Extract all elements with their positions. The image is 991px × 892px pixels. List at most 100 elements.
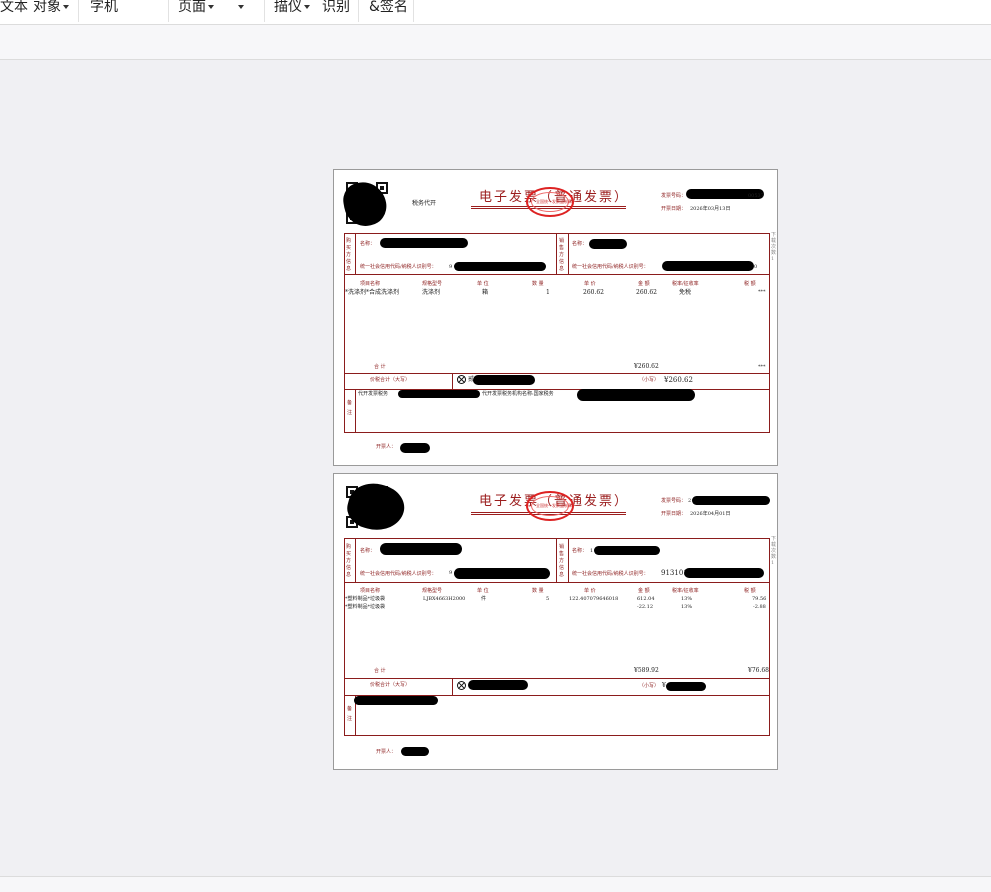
row-item: *塑料制品*垃圾袋 bbox=[345, 596, 386, 602]
toolbar-scanner-button[interactable]: 描仪 bbox=[274, 0, 310, 16]
issuer-label: 开票人： bbox=[376, 749, 397, 755]
row-rate: 免税 bbox=[679, 289, 692, 296]
download-count-note: 下载次数：1 bbox=[771, 232, 777, 262]
seller-name-label: 名称： bbox=[572, 548, 588, 554]
invoice-number-label: 发票号码： bbox=[661, 193, 687, 199]
buyer-name-label: 名称： bbox=[360, 241, 376, 247]
invoice-2: 电子发票（普通发票） 全国统一发票监制章 发票号码： 2 开票日期： 2026年… bbox=[334, 474, 777, 769]
issuer-label: 开票人： bbox=[376, 444, 397, 450]
divider bbox=[568, 538, 569, 582]
redaction-mark bbox=[400, 443, 430, 453]
toolbar-typewriter-button[interactable]: 字机 bbox=[90, 0, 118, 16]
col-header-tax: 税 额 bbox=[744, 588, 756, 594]
total-words-label: 价税合计（大写） bbox=[370, 682, 411, 688]
redaction-mark bbox=[380, 543, 462, 555]
divider bbox=[556, 233, 557, 274]
toolbar-divider bbox=[413, 0, 414, 22]
row-tax: *** bbox=[758, 289, 766, 295]
row-price: 260.62 bbox=[583, 289, 604, 296]
col-header-amount: 金 额 bbox=[638, 281, 650, 287]
toolbar-object-button[interactable]: 对象 bbox=[33, 0, 69, 16]
download-count-note: 下载次数：1 bbox=[771, 536, 777, 566]
redaction-mark bbox=[692, 496, 770, 505]
main-toolbar: 文本 对象 字机 页面 描仪 识别 &签名 bbox=[0, 0, 991, 25]
col-header-price: 单 价 bbox=[584, 281, 596, 287]
row-amount: 612.04 bbox=[637, 596, 655, 602]
total-words-label: 价税合计（大写） bbox=[370, 377, 411, 383]
row-amount: 260.62 bbox=[636, 289, 657, 296]
divider bbox=[452, 678, 453, 695]
small-amount-label: （小写） bbox=[639, 377, 660, 383]
redaction-mark bbox=[380, 238, 468, 248]
divider bbox=[344, 274, 770, 275]
buyer-tax-id: 9 bbox=[449, 570, 453, 576]
redaction-mark bbox=[454, 262, 546, 271]
row-unit: 件 bbox=[481, 596, 487, 602]
divider bbox=[344, 678, 770, 679]
toolbar-text-button[interactable]: 文本 bbox=[0, 0, 28, 16]
invoice-1: 税务代开 电子发票（普通发票） 全国统一发票监制章 发票号码： 00537 开票… bbox=[334, 170, 777, 465]
cross-circle-icon bbox=[457, 375, 466, 384]
row-price: 122.407079646018 bbox=[569, 596, 619, 602]
total-amount: ¥589.92 bbox=[634, 667, 659, 674]
redaction-mark bbox=[662, 261, 754, 271]
row-item: *塑料制品*垃圾袋 bbox=[345, 604, 386, 610]
invoice-number-label: 发票号码： bbox=[661, 498, 687, 504]
toolbar-ocr-button[interactable]: 识别 bbox=[322, 0, 350, 16]
invoice-number-tail: 2 bbox=[688, 498, 692, 504]
invoice-number-tail: 00537 bbox=[748, 193, 764, 199]
row-tax: 79.56 bbox=[752, 596, 767, 602]
buyer-side-label: 购买方信息 bbox=[346, 238, 352, 272]
row-tax: -2.88 bbox=[753, 604, 766, 610]
toolbar-divider bbox=[264, 0, 265, 22]
row-spec: 洗涤剂 bbox=[422, 289, 441, 296]
toolbar-scanner-label: 描仪 bbox=[274, 0, 302, 15]
divider bbox=[355, 538, 356, 582]
redaction-mark bbox=[401, 747, 429, 756]
row-qty: 5 bbox=[546, 596, 550, 602]
agent-label: 税务代开 bbox=[412, 200, 437, 207]
chevron-down-icon bbox=[208, 5, 214, 9]
toolbar-divider bbox=[168, 0, 169, 22]
row-amount: -22.12 bbox=[637, 604, 654, 610]
divider bbox=[344, 582, 770, 583]
col-header-unit: 单 位 bbox=[477, 281, 489, 287]
seller-tax-id-label: 统一社会信用代码/纳税人识别号： bbox=[572, 571, 649, 577]
issue-date: 2026年03月13日 bbox=[690, 206, 731, 212]
total-tax: ¥76.68 bbox=[748, 667, 769, 674]
remarks-label: 备注 bbox=[347, 400, 353, 416]
small-amount-label: （小写） bbox=[639, 683, 660, 689]
col-header-unit: 单 位 bbox=[477, 588, 489, 594]
buyer-name-label: 名称： bbox=[360, 548, 376, 554]
cross-circle-icon bbox=[457, 681, 466, 690]
chevron-down-icon bbox=[304, 5, 310, 9]
row-spec: LJBX4663H2000 bbox=[423, 596, 466, 602]
redaction-mark bbox=[666, 682, 706, 691]
chevron-down-icon bbox=[238, 5, 244, 9]
divider bbox=[355, 233, 356, 274]
toolbar-page-more-button[interactable] bbox=[236, 0, 244, 16]
toolbar-page-label: 页面 bbox=[178, 0, 206, 15]
toolbar-sign-button[interactable]: &签名 bbox=[369, 0, 408, 16]
row-rate: 13% bbox=[681, 596, 693, 602]
small-amount-value: ¥260.62 bbox=[664, 376, 693, 384]
remarks-text: 代开发票税务 bbox=[358, 391, 389, 397]
redaction-mark bbox=[398, 390, 480, 398]
divider bbox=[452, 373, 453, 389]
seller-tax-id-tail: 0 bbox=[754, 264, 758, 270]
document-page-2[interactable]: 电子发票（普通发票） 全国统一发票监制章 发票号码： 2 开票日期： 2026年… bbox=[333, 473, 778, 770]
divider bbox=[556, 538, 557, 582]
issue-date-label: 开票日期： bbox=[661, 511, 687, 517]
col-header-rate: 税率/征收率 bbox=[672, 281, 699, 287]
buyer-tax-id: 9 bbox=[449, 264, 453, 270]
issue-date: 2026年04月01日 bbox=[690, 511, 731, 517]
toolbar-page-button[interactable]: 页面 bbox=[178, 0, 214, 16]
document-page-1[interactable]: 税务代开 电子发票（普通发票） 全国统一发票监制章 发票号码： 00537 开票… bbox=[333, 169, 778, 466]
col-header-item: 项目名称 bbox=[360, 281, 381, 287]
redaction-mark bbox=[589, 239, 627, 249]
status-bar bbox=[0, 876, 991, 892]
redaction-mark bbox=[473, 375, 535, 385]
redaction-mark bbox=[454, 568, 550, 579]
col-header-rate: 税率/征收率 bbox=[672, 588, 699, 594]
row-unit: 箱 bbox=[482, 289, 489, 296]
